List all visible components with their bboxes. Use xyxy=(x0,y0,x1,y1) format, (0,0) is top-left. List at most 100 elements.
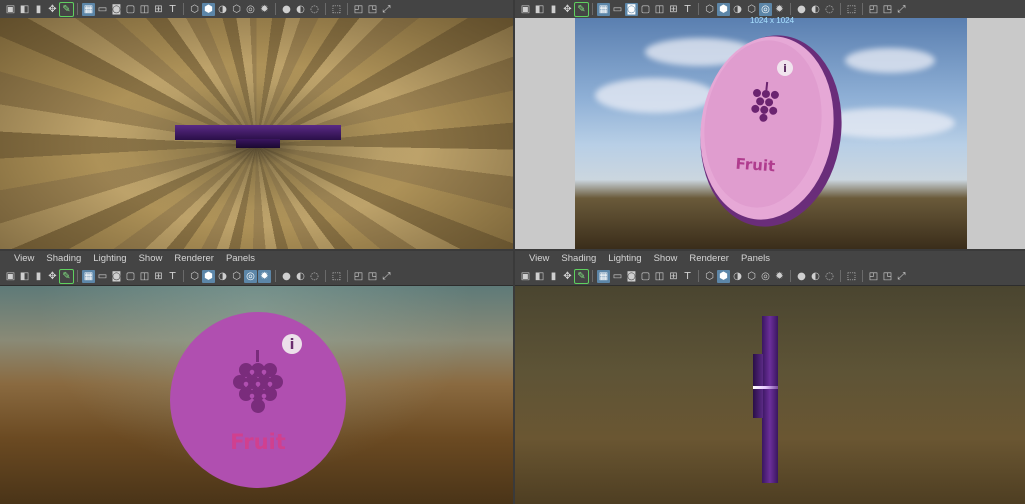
wireframe-icon[interactable]: ⬡ xyxy=(703,3,716,16)
xray-icon[interactable]: ◎ xyxy=(759,270,772,283)
grid-icon[interactable]: ▦ xyxy=(82,269,95,283)
pencil-icon[interactable]: ✎ xyxy=(574,1,589,17)
lights-icon[interactable]: ✹ xyxy=(773,3,786,16)
shadows-icon[interactable]: ● xyxy=(795,270,808,283)
layout-icon[interactable]: ◳ xyxy=(881,3,894,16)
default-material-icon[interactable]: ◑ xyxy=(216,3,229,16)
film-gate-icon[interactable]: ▭ xyxy=(96,270,109,283)
wireframe-icon[interactable]: ⬡ xyxy=(703,270,716,283)
resolution-gate-icon[interactable]: ◙ xyxy=(625,270,638,283)
camera-icon[interactable]: ◧ xyxy=(533,270,546,283)
menu-view[interactable]: View xyxy=(523,251,555,267)
lights-icon[interactable]: ✹ xyxy=(258,3,271,16)
wireframe-on-shaded-icon[interactable]: ⬡ xyxy=(230,3,243,16)
ambient-occlusion-icon[interactable]: ◐ xyxy=(809,3,822,16)
wireframe-icon[interactable]: ⬡ xyxy=(188,3,201,16)
move-icon[interactable]: ✥ xyxy=(46,270,59,283)
menu-renderer[interactable]: Renderer xyxy=(168,251,220,267)
isolate-select-icon[interactable]: ⬚ xyxy=(845,3,858,16)
film-gate-icon[interactable]: ▭ xyxy=(611,3,624,16)
wireframe-on-shaded-icon[interactable]: ⬡ xyxy=(745,3,758,16)
camera-icon[interactable]: ◧ xyxy=(18,270,31,283)
camera-icon[interactable]: ◧ xyxy=(18,3,31,16)
grid-icon[interactable]: ▦ xyxy=(597,269,610,283)
menu-renderer[interactable]: Renderer xyxy=(683,251,735,267)
menu-lighting[interactable]: Lighting xyxy=(602,251,647,267)
antialias-icon[interactable]: ◌ xyxy=(308,3,321,16)
default-material-icon[interactable]: ◑ xyxy=(731,3,744,16)
text-icon[interactable]: T xyxy=(681,3,694,16)
safe-action-icon[interactable]: ◫ xyxy=(653,3,666,16)
text-icon[interactable]: T xyxy=(166,270,179,283)
field-chart-icon[interactable]: ▢ xyxy=(639,270,652,283)
camera-select-icon[interactable]: ▣ xyxy=(519,3,532,16)
shadows-icon[interactable]: ● xyxy=(280,270,293,283)
xray-icon[interactable]: ◎ xyxy=(759,2,772,16)
viewport-bottom-left[interactable]: View Shading Lighting Show Renderer Pane… xyxy=(0,251,513,504)
menu-show[interactable]: Show xyxy=(648,251,684,267)
scene-sky[interactable]: i Fruit xyxy=(515,18,1025,249)
camera-icon[interactable]: ◧ xyxy=(533,3,546,16)
menu-lighting[interactable]: Lighting xyxy=(87,251,132,267)
text-icon[interactable]: T xyxy=(166,3,179,16)
viewport-bottom-right[interactable]: View Shading Lighting Show Renderer Pane… xyxy=(515,251,1025,504)
safe-title-icon[interactable]: ⊞ xyxy=(152,270,165,283)
bookmark-icon[interactable]: ▮ xyxy=(547,3,560,16)
safe-title-icon[interactable]: ⊞ xyxy=(667,3,680,16)
scene-sunburst[interactable] xyxy=(0,18,513,249)
default-material-icon[interactable]: ◑ xyxy=(731,270,744,283)
antialias-icon[interactable]: ◌ xyxy=(823,3,836,16)
menu-shading[interactable]: Shading xyxy=(40,251,87,267)
lights-icon[interactable]: ✹ xyxy=(258,269,271,283)
safe-action-icon[interactable]: ◫ xyxy=(138,270,151,283)
safe-action-icon[interactable]: ◫ xyxy=(138,3,151,16)
wireframe-on-shaded-icon[interactable]: ⬡ xyxy=(745,270,758,283)
layout-icon[interactable]: ◳ xyxy=(366,3,379,16)
xray-joints-icon[interactable]: ◰ xyxy=(867,3,880,16)
isolate-select-icon[interactable]: ⬚ xyxy=(330,3,343,16)
wireframe-icon[interactable]: ⬡ xyxy=(188,270,201,283)
pencil-icon[interactable]: ✎ xyxy=(59,268,74,284)
viewport-top-left[interactable]: ▣ ◧ ▮ ✥ ✎ ▦ ▭ ◙ ▢ ◫ ⊞ T ⬡ ⬢ ◑ ⬡ ◎ ✹ ● ◐ … xyxy=(0,0,513,249)
menu-panels[interactable]: Panels xyxy=(735,251,776,267)
resolution-gate-icon[interactable]: ◙ xyxy=(110,270,123,283)
film-gate-icon[interactable]: ▭ xyxy=(611,270,624,283)
ambient-occlusion-icon[interactable]: ◐ xyxy=(294,3,307,16)
layout-icon[interactable]: ◳ xyxy=(881,270,894,283)
grid-icon[interactable]: ▦ xyxy=(597,2,610,16)
text-icon[interactable]: T xyxy=(681,270,694,283)
field-chart-icon[interactable]: ▢ xyxy=(639,3,652,16)
safe-action-icon[interactable]: ◫ xyxy=(653,270,666,283)
film-gate-icon[interactable]: ▭ xyxy=(96,3,109,16)
ambient-occlusion-icon[interactable]: ◐ xyxy=(294,270,307,283)
antialias-icon[interactable]: ◌ xyxy=(823,270,836,283)
bookmark-icon[interactable]: ▮ xyxy=(32,270,45,283)
xray-joints-icon[interactable]: ◰ xyxy=(867,270,880,283)
shadows-icon[interactable]: ● xyxy=(280,3,293,16)
disk-edge[interactable] xyxy=(175,125,341,140)
camera-select-icon[interactable]: ▣ xyxy=(519,270,532,283)
pencil-icon[interactable]: ✎ xyxy=(574,268,589,284)
expand-icon[interactable]: ⤢ xyxy=(380,270,393,283)
scene-environment[interactable]: i Fruit xyxy=(0,286,513,504)
smooth-shade-icon[interactable]: ⬢ xyxy=(202,2,215,16)
disk-perspective[interactable]: i Fruit xyxy=(515,18,1025,249)
camera-select-icon[interactable]: ▣ xyxy=(4,3,17,16)
xray-icon[interactable]: ◎ xyxy=(244,3,257,16)
safe-title-icon[interactable]: ⊞ xyxy=(667,270,680,283)
scene-environment[interactable] xyxy=(515,286,1025,504)
disk-side[interactable] xyxy=(762,316,778,483)
expand-icon[interactable]: ⤢ xyxy=(895,270,908,283)
grid-icon[interactable]: ▦ xyxy=(82,2,95,16)
xray-joints-icon[interactable]: ◰ xyxy=(352,3,365,16)
disk-front[interactable]: i Fruit xyxy=(0,286,513,504)
pencil-icon[interactable]: ✎ xyxy=(59,1,74,17)
xray-icon[interactable]: ◎ xyxy=(244,269,257,283)
smooth-shade-icon[interactable]: ⬢ xyxy=(717,269,730,283)
shadows-icon[interactable]: ● xyxy=(795,3,808,16)
field-chart-icon[interactable]: ▢ xyxy=(124,3,137,16)
lights-icon[interactable]: ✹ xyxy=(773,270,786,283)
expand-icon[interactable]: ⤢ xyxy=(895,3,908,16)
default-material-icon[interactable]: ◑ xyxy=(216,270,229,283)
menu-show[interactable]: Show xyxy=(133,251,169,267)
